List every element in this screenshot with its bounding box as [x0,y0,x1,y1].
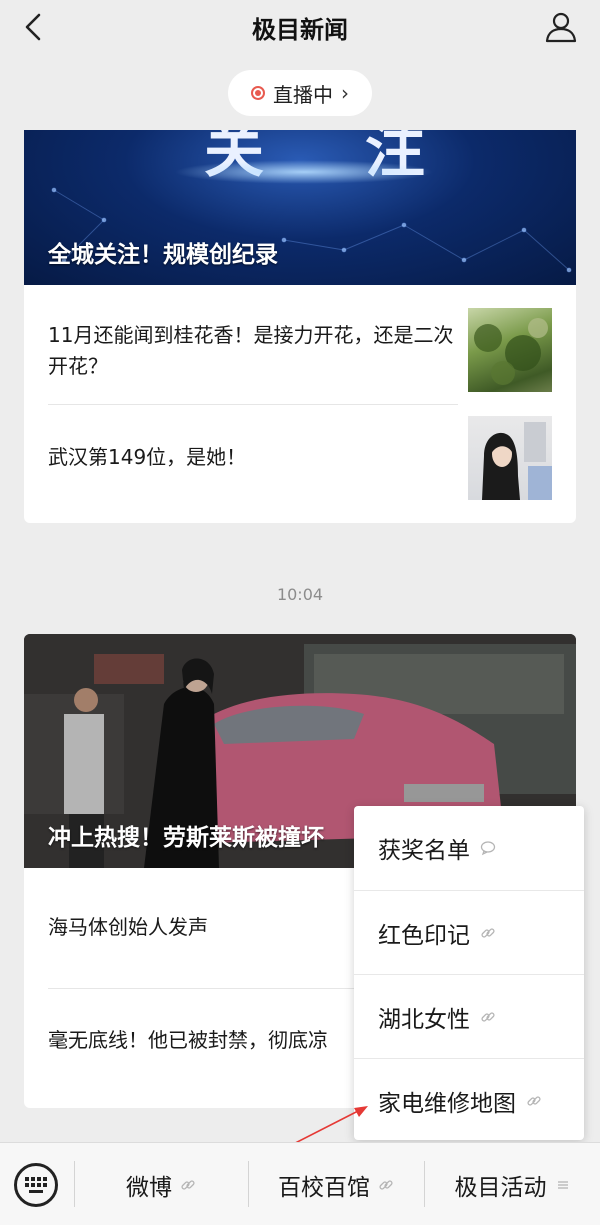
news-thumbnail [468,416,552,500]
tab-label: 极目活动 [454,1174,547,1201]
live-button[interactable]: 直播中 › [228,70,372,116]
menu-item-hubei-women[interactable]: 湖北女性 [354,975,584,1059]
news-item[interactable]: 11月还能闻到桂花香！是接力开花，还是二次开花？ [48,308,552,408]
tab-label: 微博 [126,1174,172,1201]
bottom-menu-bar: 微博 百校百馆 极目活动 [0,1142,600,1225]
tab-label: 百校百馆 [278,1174,370,1201]
keyboard-toggle-button[interactable] [14,1163,58,1207]
link-icon [481,1012,495,1022]
header: 极目新闻 直播中 › [0,0,600,130]
bottom-tab-activities[interactable]: 极目活动 [425,1143,600,1225]
menu-item-label: 获奖名单 [378,838,470,864]
chevron-right-icon: › [341,81,349,105]
menu-item-label: 家电维修地图 [378,1091,516,1117]
menu-item-red-mark[interactable]: 红色印记 [354,891,584,975]
link-icon [379,1179,393,1190]
news-item[interactable]: 武汉第149位，是她！ [48,416,552,500]
bottom-tab-weibo[interactable]: 微博 [75,1143,247,1225]
profile-button[interactable] [544,10,578,44]
user-icon [545,12,577,43]
bottom-tab-schools-museums[interactable]: 百校百馆 [249,1143,423,1225]
news-item-title: 武汉第149位，是她！ [48,445,247,469]
page-title: 极目新闻 [252,16,348,44]
hero-banner[interactable]: 关 注 全城关注！规模创纪录 [24,130,576,285]
chat-bubble-icon [480,841,496,856]
divider [48,404,458,405]
menu-item-label: 湖北女性 [378,1007,470,1033]
live-label: 直播中 [273,82,333,107]
menu-item-award-list[interactable]: 获奖名单 [354,806,584,890]
hero-caption: 全城关注！规模创纪录 [48,242,278,268]
submenu-popup: 获奖名单 红色印记 湖北女性 家电维修地图 [354,806,584,1140]
menu-item-label: 红色印记 [378,923,470,949]
news-thumbnail [468,308,552,392]
news-card: 关 注 全城关注！规模创纪录 11月还能闻到桂花香！是接力开花，还是二次开花？ … [24,130,576,523]
live-dot-icon [251,86,265,100]
link-icon [527,1096,541,1106]
news-item-title: 11月还能闻到桂花香！是接力开花，还是二次开花？ [48,323,454,378]
keyboard-icon [25,1177,47,1193]
link-icon [181,1179,195,1190]
link-icon [481,928,495,938]
menu-lines-icon [557,1180,568,1189]
hero-glow [174,160,434,184]
hero-caption: 冲上热搜！劳斯莱斯被撞坏 [48,825,324,851]
chat-timestamp: 10:04 [276,585,324,604]
menu-item-appliance-repair-map[interactable]: 家电维修地图 [354,1059,584,1143]
